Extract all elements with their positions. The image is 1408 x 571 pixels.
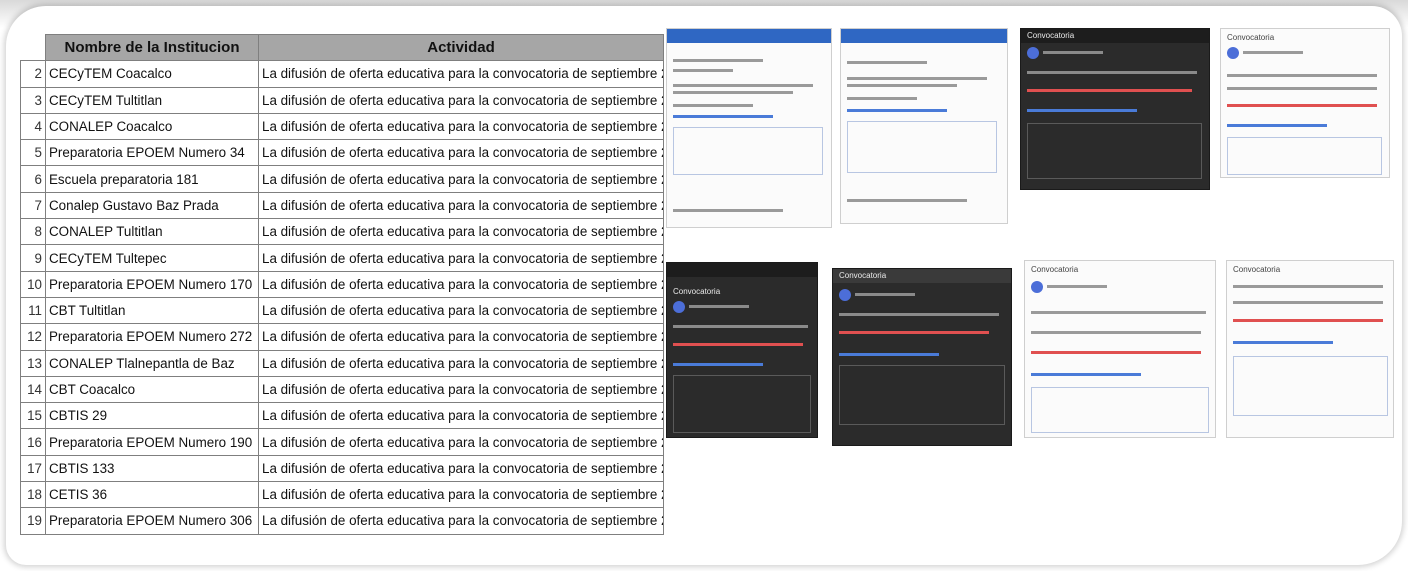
table-row: 16 Preparatoria EPOEM Numero 190 La difusi… [20, 428, 664, 456]
email-screenshot-4: Convocatoria [1220, 28, 1390, 178]
email-screenshot-7: Convocatoria [1024, 260, 1216, 438]
activity-cell[interactable]: La difusión de oferta educativa para la … [258, 60, 664, 88]
email-screenshot-2 [840, 28, 1008, 224]
institution-cell[interactable]: CECyTEM Tultepec [45, 244, 259, 272]
institution-cell[interactable]: CBT Coacalco [45, 375, 259, 404]
institution-cell[interactable]: CBTIS 29 [45, 402, 259, 430]
row-number: 9 [20, 244, 46, 272]
row-number: 6 [20, 165, 46, 193]
email-screenshot-5: Convocatoria [666, 262, 818, 438]
institution-cell[interactable]: Preparatoria EPOEM Numero 190 [45, 428, 259, 456]
row-number: 4 [20, 112, 46, 141]
institutions-table: Nombre de la Institucion Actividad 2 CECy… [20, 33, 664, 535]
table-row: 2 CECyTEM Coacalco La difusión de oferta e… [20, 60, 664, 88]
row-number: 2 [20, 60, 46, 88]
table-row: 13 CONALEP Tlalnepantla de Baz La difusión… [20, 349, 664, 377]
institution-cell[interactable]: Escuela preparatoria 181 [45, 165, 259, 193]
institution-cell[interactable]: CONALEP Tultitlan [45, 218, 259, 246]
institution-cell[interactable]: CECyTEM Tultitlan [45, 86, 259, 114]
table-row: 9 CECyTEM Tultepec La difusión de oferta e… [20, 244, 664, 272]
institution-cell[interactable]: CONALEP Tlalnepantla de Baz [45, 349, 259, 377]
institution-cell[interactable]: Preparatoria EPOEM Numero 170 [45, 270, 259, 298]
mail-title: Convocatoria [1031, 265, 1079, 274]
activity-cell[interactable]: La difusión de oferta educativa para la … [258, 165, 664, 193]
activity-cell[interactable]: La difusión de oferta educativa para la … [258, 375, 664, 404]
table-row: 10 Preparatoria EPOEM Numero 170 La difusi… [20, 270, 664, 298]
row-number: 13 [20, 349, 46, 377]
table-row: 6 Escuela preparatoria 181 La difusión de … [20, 165, 664, 193]
row-number: 8 [20, 218, 46, 246]
row-number-header [20, 33, 46, 62]
row-number: 14 [20, 375, 46, 404]
row-number: 12 [20, 323, 46, 351]
row-number: 3 [20, 86, 46, 114]
activity-cell[interactable]: La difusión de oferta educativa para la … [258, 112, 664, 141]
institution-cell[interactable]: Preparatoria EPOEM Numero 306 [45, 507, 259, 535]
toolbar [667, 263, 817, 277]
row-number: 10 [20, 270, 46, 298]
institution-cell[interactable]: CBT Tultitlan [45, 296, 259, 325]
mail-title: Convocatoria [1027, 31, 1075, 40]
image-frame: Nombre de la Institucion Actividad 2 CECy… [6, 6, 1402, 565]
activity-cell[interactable]: La difusión de oferta educativa para la … [258, 428, 664, 456]
activity-cell[interactable]: La difusión de oferta educativa para la … [258, 244, 664, 272]
table-row: 12 Preparatoria EPOEM Numero 272 La difusi… [20, 323, 664, 351]
email-screenshot-3: Convocatoria [1020, 28, 1210, 190]
column-header-activity[interactable]: Actividad [258, 33, 664, 62]
row-number: 18 [20, 481, 46, 509]
row-number: 11 [20, 296, 46, 325]
activity-cell[interactable]: La difusión de oferta educativa para la … [258, 323, 664, 351]
activity-cell[interactable]: La difusión de oferta educativa para la … [258, 402, 664, 430]
mail-title: Convocatoria [839, 271, 887, 280]
email-screenshot-8: Convocatoria [1226, 260, 1394, 438]
activity-cell[interactable]: La difusión de oferta educativa para la … [258, 296, 664, 325]
mail-title: Convocatoria [673, 287, 721, 296]
institution-cell[interactable]: CONALEP Coacalco [45, 112, 259, 141]
table-row: 17 CBTIS 133 La difusión de oferta educati… [20, 454, 664, 483]
activity-cell[interactable]: La difusión de oferta educativa para la … [258, 349, 664, 377]
activity-cell[interactable]: La difusión de oferta educativa para la … [258, 454, 664, 483]
institution-cell[interactable]: CECyTEM Coacalco [45, 60, 259, 88]
table-row: 15 CBTIS 29 La difusión de oferta educativ… [20, 402, 664, 430]
institution-cell[interactable]: Conalep Gustavo Baz Prada [45, 191, 259, 220]
table-row: 4 CONALEP Coacalco La difusión de oferta e… [20, 112, 664, 141]
toolbar [667, 29, 831, 43]
email-screenshot-6: Convocatoria [832, 268, 1012, 446]
table-row: 18 CETIS 36 La difusión de oferta educativ… [20, 481, 664, 509]
activity-cell[interactable]: La difusión de oferta educativa para la … [258, 218, 664, 246]
institution-cell[interactable]: Preparatoria EPOEM Numero 34 [45, 139, 259, 167]
table-row: 19 Preparatoria EPOEM Numero 306 La difusi… [20, 507, 664, 535]
activity-cell[interactable]: La difusión de oferta educativa para la … [258, 481, 664, 509]
row-number: 16 [20, 428, 46, 456]
activity-cell[interactable]: La difusión de oferta educativa para la … [258, 191, 664, 220]
table-row: 8 CONALEP Tultitlan La difusión de oferta … [20, 218, 664, 246]
activity-cell[interactable]: La difusión de oferta educativa para la … [258, 139, 664, 167]
row-number: 7 [20, 191, 46, 220]
email-screenshot-1 [666, 28, 832, 228]
toolbar [841, 29, 1007, 43]
row-number: 15 [20, 402, 46, 430]
table-row: 5 Preparatoria EPOEM Numero 34 La difusión… [20, 139, 664, 167]
table-row: 3 CECyTEM Tultitlan La difusión de oferta … [20, 86, 664, 114]
table-body: 2 CECyTEM Coacalco La difusión de oferta e… [20, 60, 664, 535]
institution-cell[interactable]: Preparatoria EPOEM Numero 272 [45, 323, 259, 351]
activity-cell[interactable]: La difusión de oferta educativa para la … [258, 270, 664, 298]
row-number: 19 [20, 507, 46, 535]
column-header-institution[interactable]: Nombre de la Institucion [45, 33, 259, 62]
table-row: 14 CBT Coacalco La difusión de oferta educ… [20, 375, 664, 404]
row-number: 5 [20, 139, 46, 167]
activity-cell[interactable]: La difusión de oferta educativa para la … [258, 507, 664, 535]
row-number: 17 [20, 454, 46, 483]
institution-cell[interactable]: CBTIS 133 [45, 454, 259, 483]
mail-title: Convocatoria [1227, 33, 1275, 42]
institution-cell[interactable]: CETIS 36 [45, 481, 259, 509]
mail-title: Convocatoria [1233, 265, 1281, 274]
activity-cell[interactable]: La difusión de oferta educativa para la … [258, 86, 664, 114]
table-row: 7 Conalep Gustavo Baz Prada La difusión de… [20, 191, 664, 220]
table-header-row: Nombre de la Institucion Actividad [20, 33, 664, 62]
spreadsheet: Nombre de la Institucion Actividad 2 CECy… [20, 33, 664, 560]
table-row: 11 CBT Tultitlan La difusión de oferta edu… [20, 296, 664, 325]
